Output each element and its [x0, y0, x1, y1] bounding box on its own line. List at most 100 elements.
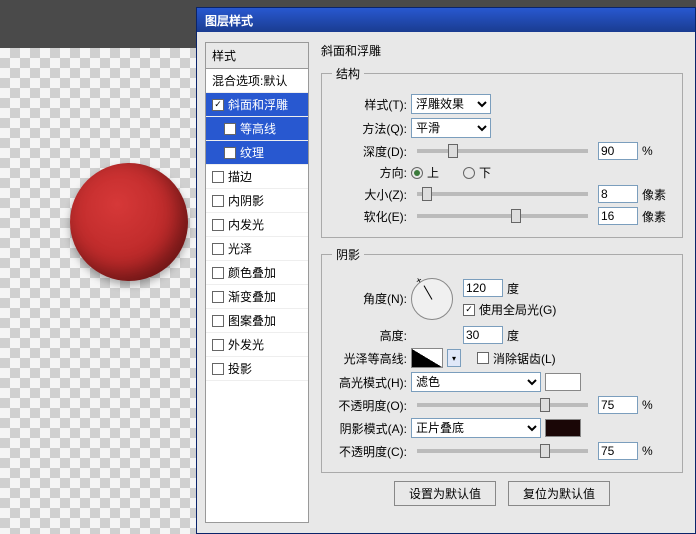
soften-input[interactable] [598, 207, 638, 225]
style-label: 内发光 [228, 216, 264, 233]
shading-legend: 阴影 [332, 246, 364, 263]
style-item[interactable]: 描边 [206, 165, 308, 189]
highlight-opacity-label: 不透明度(O): [332, 397, 407, 414]
make-default-button[interactable]: 设置为默认值 [394, 481, 496, 506]
style-checkbox[interactable] [212, 171, 224, 183]
style-checkbox[interactable] [212, 363, 224, 375]
style-label: 描边 [228, 168, 252, 185]
style-item[interactable]: 图案叠加 [206, 309, 308, 333]
style-label: 投影 [228, 360, 252, 377]
style-label: 样式(T): [332, 96, 407, 113]
direction-up-label: 上 [427, 164, 439, 181]
highlight-color-swatch[interactable] [545, 373, 581, 391]
style-item[interactable]: 内发光 [206, 213, 308, 237]
style-item[interactable]: 等高线 [206, 117, 308, 141]
style-select[interactable]: 浮雕效果 [411, 94, 491, 114]
shading-group: 阴影 角度(N): 度 使用全局光(G) [321, 246, 683, 473]
style-item[interactable]: 颜色叠加 [206, 261, 308, 285]
shadow-mode-label: 阴影模式(A): [332, 420, 407, 437]
style-checkbox[interactable] [224, 123, 236, 135]
highlight-opacity-slider[interactable] [417, 403, 588, 407]
antialias-label: 消除锯齿(L) [493, 350, 556, 367]
reset-default-button[interactable]: 复位为默认值 [508, 481, 610, 506]
structure-group: 结构 样式(T): 浮雕效果 方法(Q): 平滑 深度(D): % 方向: [321, 65, 683, 238]
style-item[interactable]: 斜面和浮雕 [206, 93, 308, 117]
red-ball-layer [70, 163, 188, 281]
styles-header[interactable]: 样式 [206, 43, 308, 69]
shadow-opacity-input[interactable] [598, 442, 638, 460]
style-checkbox[interactable] [224, 147, 236, 159]
styles-list: 样式 混合选项:默认 斜面和浮雕等高线纹理描边内阴影内发光光泽颜色叠加渐变叠加图… [205, 42, 309, 523]
dialog-titlebar[interactable]: 图层样式 [197, 8, 695, 32]
style-label: 斜面和浮雕 [228, 96, 288, 113]
structure-legend: 结构 [332, 65, 364, 82]
style-checkbox[interactable] [212, 99, 224, 111]
direction-down-radio[interactable] [463, 167, 475, 179]
highlight-mode-label: 高光模式(H): [332, 374, 407, 391]
style-checkbox[interactable] [212, 291, 224, 303]
technique-label: 方法(Q): [332, 120, 407, 137]
style-label: 纹理 [240, 144, 264, 161]
style-checkbox[interactable] [212, 339, 224, 351]
size-input[interactable] [598, 185, 638, 203]
canvas-area [0, 48, 196, 534]
style-checkbox[interactable] [212, 315, 224, 327]
contour-swatch[interactable] [411, 348, 443, 368]
direction-up-radio[interactable] [411, 167, 423, 179]
depth-input[interactable] [598, 142, 638, 160]
angle-unit: 度 [507, 280, 537, 297]
style-label: 颜色叠加 [228, 264, 276, 281]
highlight-mode-select[interactable]: 滤色 [411, 372, 541, 392]
style-checkbox[interactable] [212, 219, 224, 231]
angle-input[interactable] [463, 279, 503, 297]
technique-select[interactable]: 平滑 [411, 118, 491, 138]
style-label: 光泽 [228, 240, 252, 257]
depth-slider[interactable] [417, 149, 588, 153]
style-checkbox[interactable] [212, 243, 224, 255]
antialias-checkbox[interactable] [477, 352, 489, 364]
contour-label: 光泽等高线: [332, 350, 407, 367]
soften-slider[interactable] [417, 214, 588, 218]
blending-options[interactable]: 混合选项:默认 [206, 69, 308, 93]
style-item[interactable]: 渐变叠加 [206, 285, 308, 309]
highlight-opacity-input[interactable] [598, 396, 638, 414]
transparency-checker [0, 48, 196, 534]
soften-unit: 像素 [642, 208, 672, 225]
size-unit: 像素 [642, 186, 672, 203]
altitude-input[interactable] [463, 326, 503, 344]
altitude-unit: 度 [507, 327, 537, 344]
direction-down-label: 下 [479, 164, 491, 181]
style-checkbox[interactable] [212, 267, 224, 279]
depth-unit: % [642, 144, 672, 158]
style-label: 图案叠加 [228, 312, 276, 329]
style-item[interactable]: 光泽 [206, 237, 308, 261]
style-label: 外发光 [228, 336, 264, 353]
angle-dial[interactable] [411, 278, 453, 320]
highlight-opacity-unit: % [642, 398, 672, 412]
style-label: 等高线 [240, 120, 276, 137]
style-checkbox[interactable] [212, 195, 224, 207]
settings-panel: 斜面和浮雕 结构 样式(T): 浮雕效果 方法(Q): 平滑 深度(D): % [309, 32, 695, 533]
panel-title: 斜面和浮雕 [321, 42, 683, 59]
angle-label: 角度(N): [332, 290, 407, 307]
soften-label: 软化(E): [332, 208, 407, 225]
shadow-opacity-label: 不透明度(C): [332, 443, 407, 460]
size-slider[interactable] [417, 192, 588, 196]
shadow-color-swatch[interactable] [545, 419, 581, 437]
style-label: 渐变叠加 [228, 288, 276, 305]
contour-dropdown-icon[interactable]: ▾ [447, 349, 461, 367]
global-light-checkbox[interactable] [463, 304, 475, 316]
style-label: 内阴影 [228, 192, 264, 209]
shadow-opacity-slider[interactable] [417, 449, 588, 453]
size-label: 大小(Z): [332, 186, 407, 203]
depth-label: 深度(D): [332, 143, 407, 160]
style-item[interactable]: 外发光 [206, 333, 308, 357]
global-light-label: 使用全局光(G) [479, 301, 556, 318]
shadow-mode-select[interactable]: 正片叠底 [411, 418, 541, 438]
style-item[interactable]: 投影 [206, 357, 308, 381]
layer-style-dialog: 图层样式 样式 混合选项:默认 斜面和浮雕等高线纹理描边内阴影内发光光泽颜色叠加… [196, 7, 696, 534]
style-item[interactable]: 内阴影 [206, 189, 308, 213]
direction-label: 方向: [332, 164, 407, 181]
style-item[interactable]: 纹理 [206, 141, 308, 165]
altitude-label: 高度: [332, 327, 407, 344]
